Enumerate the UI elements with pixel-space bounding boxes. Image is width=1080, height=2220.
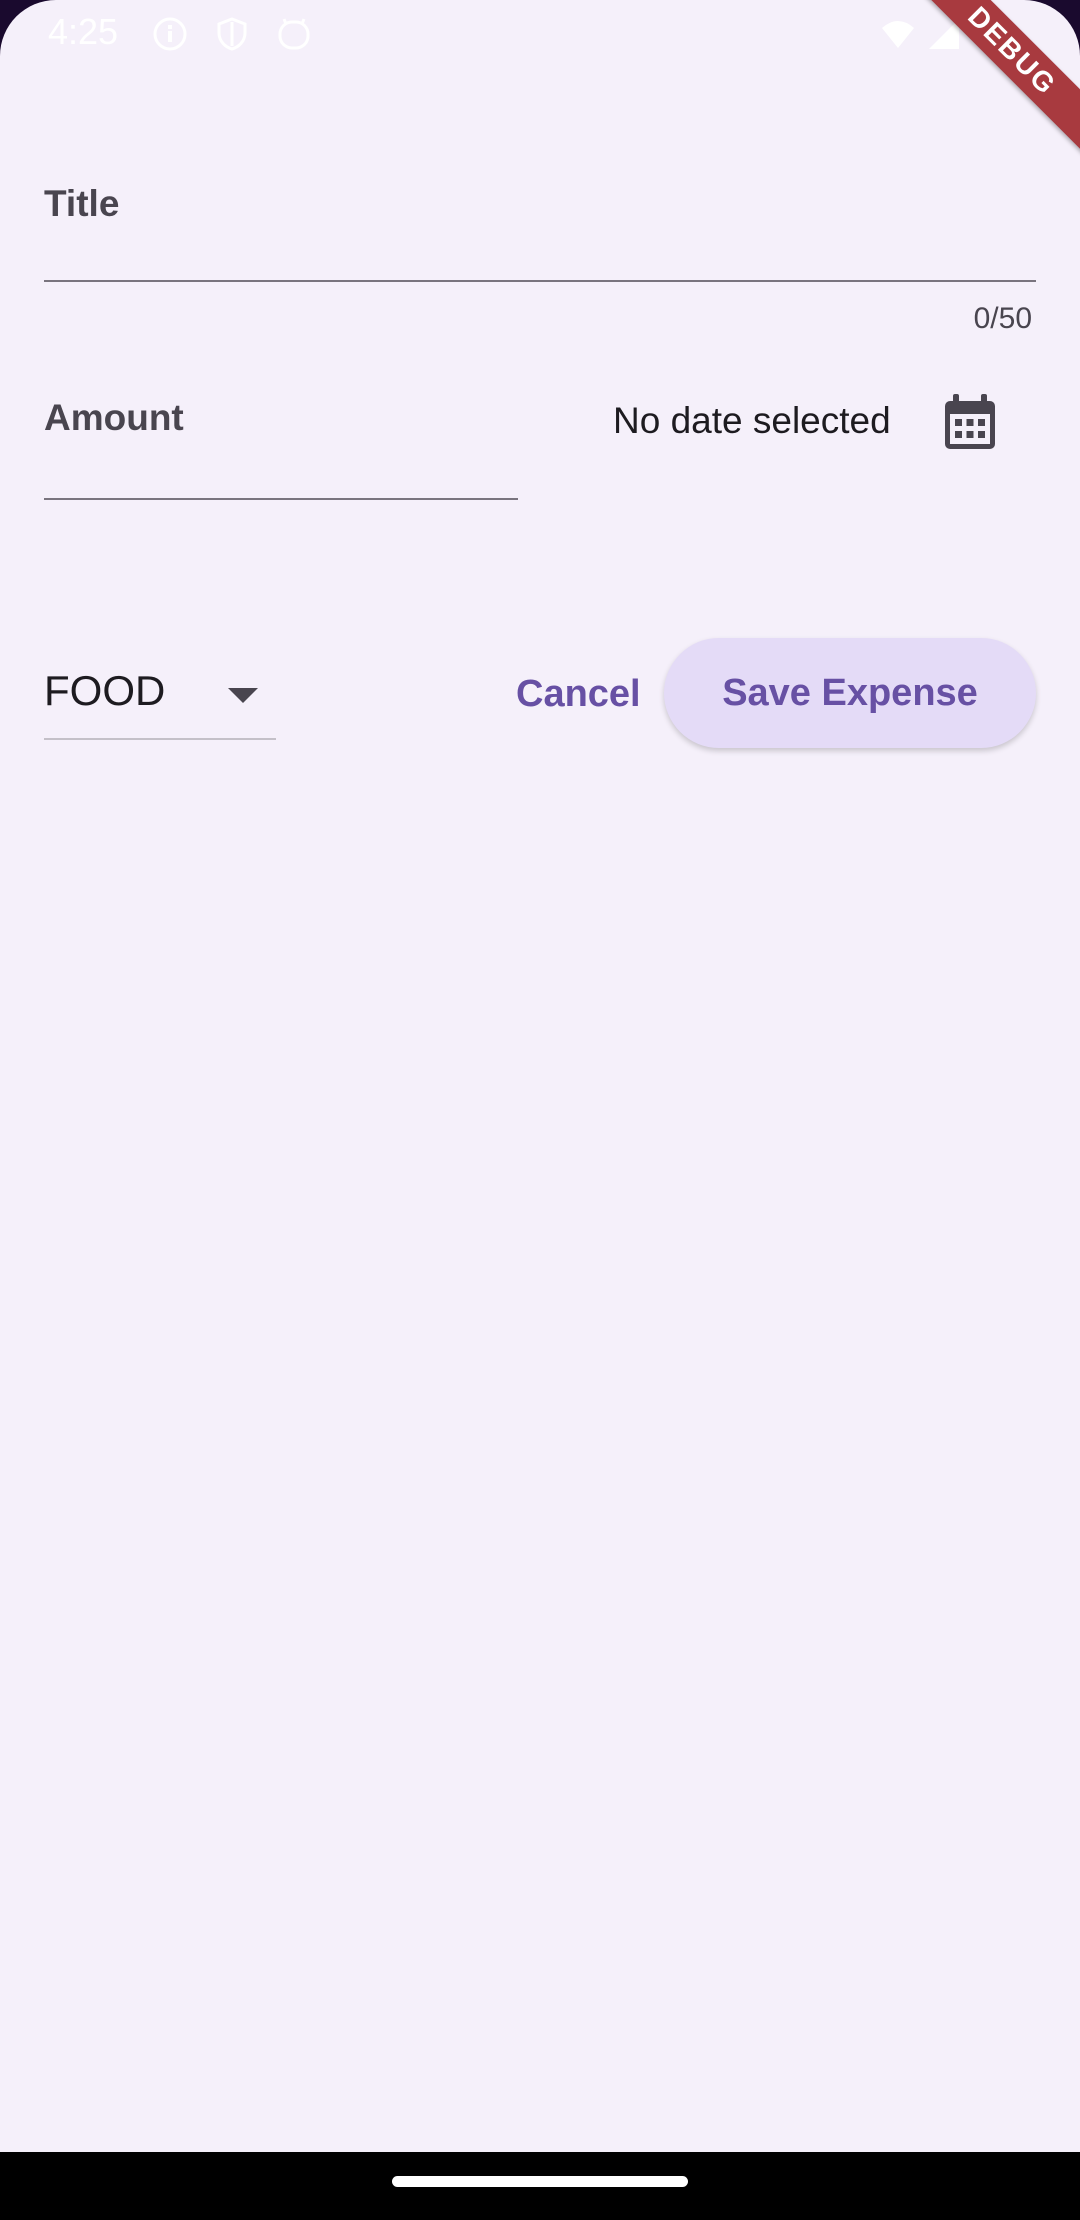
amount-field[interactable]: Amount <box>44 390 518 502</box>
status-bar: 4:25 <box>0 0 1080 66</box>
home-gesture-handle[interactable] <box>392 2176 688 2187</box>
save-expense-button[interactable]: Save Expense <box>664 638 1036 748</box>
selected-date-text: No date selected <box>613 400 891 441</box>
dropdown-arrow-icon <box>228 688 258 703</box>
calendar-icon[interactable] <box>940 392 1000 452</box>
shield-icon <box>217 17 247 51</box>
title-field[interactable]: Title <box>44 170 1036 282</box>
status-time: 4:25 <box>48 11 119 52</box>
add-expense-screen: 4:25 DEBUG Title 0/50 Amount No date sel… <box>0 0 1080 2220</box>
category-dropdown[interactable]: FOOD <box>44 660 276 740</box>
title-field-underline <box>44 280 1036 282</box>
cancel-button[interactable]: Cancel <box>498 662 659 726</box>
title-field-label: Title <box>44 183 120 224</box>
navigation-bar <box>0 2152 1080 2220</box>
face-icon <box>278 18 310 50</box>
wifi-icon <box>882 21 914 48</box>
amount-field-label: Amount <box>44 397 184 438</box>
title-character-counter: 0/50 <box>973 302 1032 335</box>
category-dropdown-value: FOOD <box>44 667 166 714</box>
amount-field-underline <box>44 498 518 500</box>
info-icon <box>153 17 187 51</box>
